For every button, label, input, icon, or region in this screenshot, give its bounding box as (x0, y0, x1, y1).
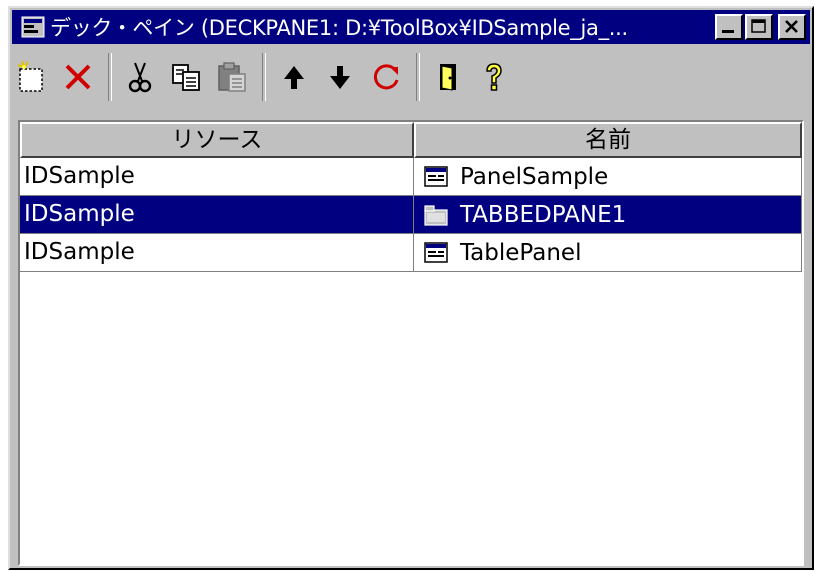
refresh-icon (373, 64, 399, 90)
column-header-resource[interactable]: リソース (20, 122, 414, 158)
toolbar-separator (416, 53, 420, 101)
move-down-button[interactable] (320, 55, 360, 99)
cut-icon (128, 62, 152, 93)
minimize-button[interactable] (715, 14, 743, 40)
title-bar[interactable]: デック・ペイン (DECKPANE1: D:¥ToolBox¥IDSample_… (12, 10, 810, 44)
panel-icon (424, 241, 448, 263)
table-row[interactable]: IDSample PanelSample (20, 158, 802, 196)
new-button[interactable] (12, 55, 52, 99)
exit-button[interactable] (428, 55, 468, 99)
resource-cell: IDSample (20, 158, 414, 196)
resource-table: リソース 名前 IDSample PanelSample IDSample TA… (18, 120, 804, 566)
table-header: リソース 名前 (20, 122, 802, 158)
deck-pane-window: デック・ペイン (DECKPANE1: D:¥ToolBox¥IDSample_… (8, 6, 814, 570)
column-header-name[interactable]: 名前 (413, 122, 802, 158)
help-icon (486, 63, 502, 91)
row-name-label: TABBEDPANE1 (459, 201, 627, 228)
maximize-button[interactable] (745, 14, 773, 40)
door-icon (440, 64, 456, 91)
app-window-icon (21, 16, 45, 38)
move-down-icon (330, 66, 350, 89)
paste-button[interactable] (212, 55, 252, 99)
move-up-icon (284, 66, 304, 89)
copy-button[interactable] (166, 55, 206, 99)
help-button[interactable] (474, 55, 514, 99)
toolbar (12, 48, 810, 106)
close-icon (785, 20, 798, 33)
name-cell: PanelSample (413, 158, 802, 196)
toolbar-separator (108, 53, 112, 101)
row-name-label: TablePanel (459, 239, 582, 266)
name-cell: TablePanel (413, 234, 802, 272)
close-button[interactable] (778, 14, 806, 40)
resource-cell: IDSample (20, 234, 414, 272)
minimize-icon (722, 30, 734, 33)
panel-icon (424, 165, 448, 187)
new-icon (17, 60, 43, 92)
copy-icon (172, 64, 200, 91)
table-row[interactable]: IDSample TABBEDPANE1 (20, 196, 802, 234)
tabbed-pane-icon (424, 204, 448, 226)
name-cell: TABBEDPANE1 (413, 196, 802, 234)
resource-cell: IDSample (20, 196, 414, 234)
cut-button[interactable] (120, 55, 160, 99)
maximize-icon (751, 19, 766, 33)
move-up-button[interactable] (274, 55, 314, 99)
delete-icon (65, 64, 91, 90)
paste-icon (218, 62, 246, 92)
refresh-button[interactable] (366, 55, 406, 99)
window-title: デック・ペイン (DECKPANE1: D:¥ToolBox¥IDSample_… (50, 16, 628, 40)
delete-button[interactable] (58, 55, 98, 99)
row-name-label: PanelSample (459, 163, 609, 190)
toolbar-separator (262, 53, 266, 101)
table-row[interactable]: IDSample TablePanel (20, 234, 802, 272)
